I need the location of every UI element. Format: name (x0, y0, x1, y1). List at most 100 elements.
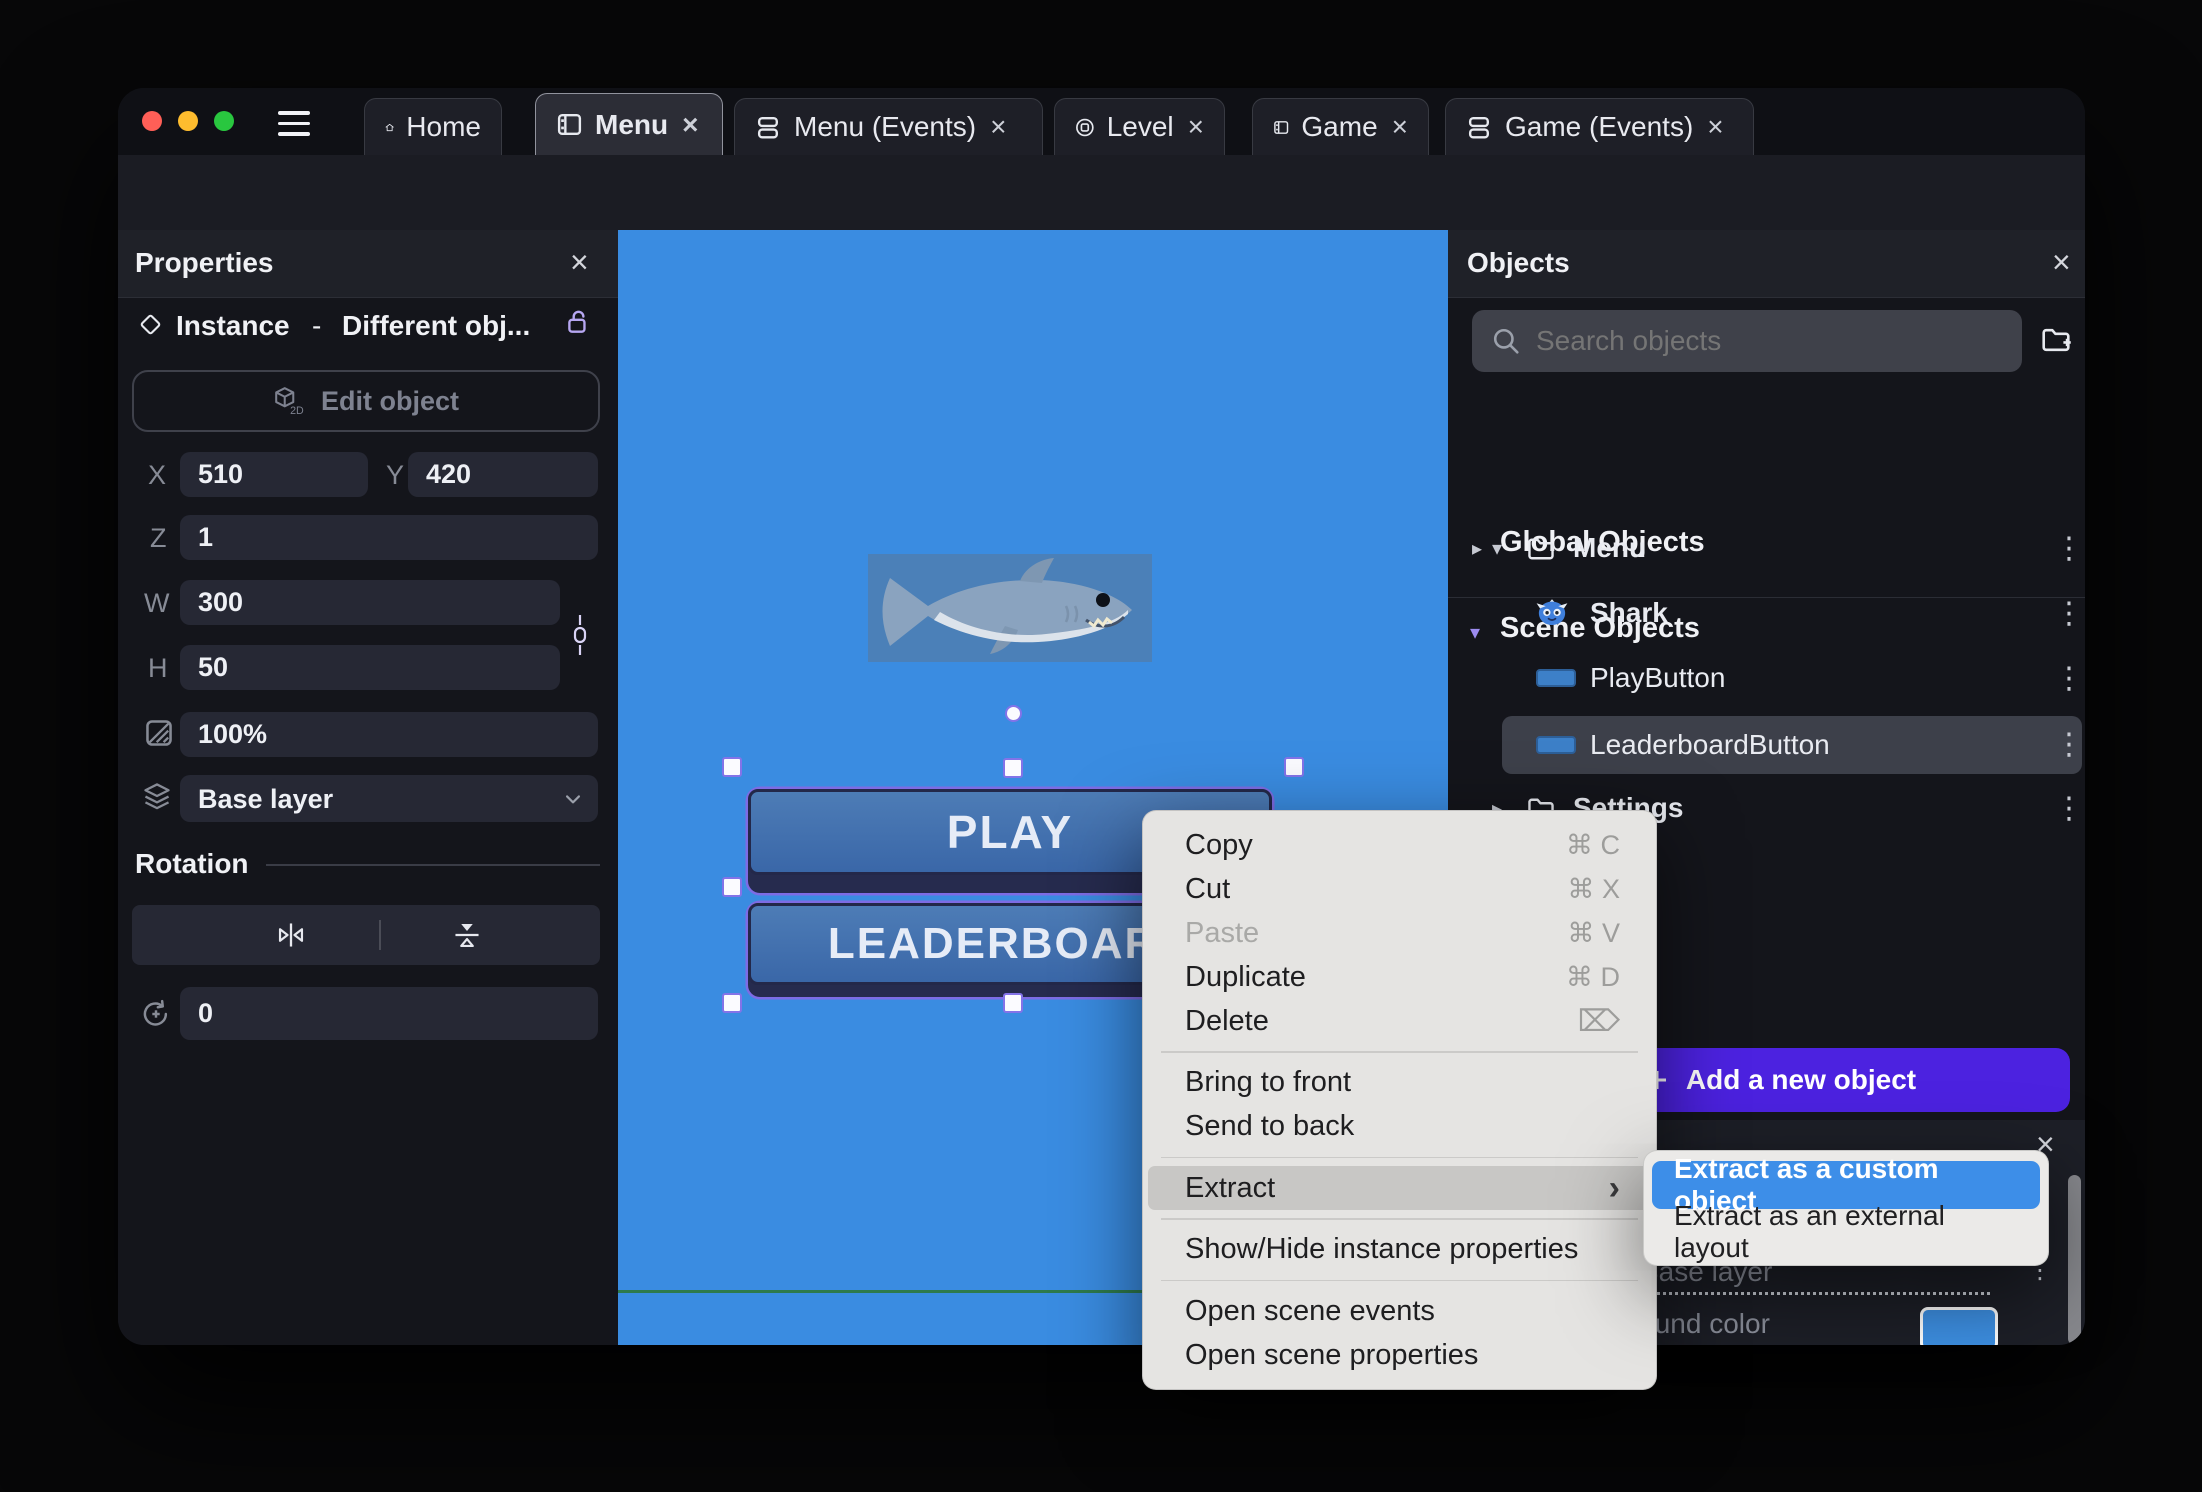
flip-horizontal-icon[interactable] (276, 920, 306, 950)
y-label: Y (386, 460, 405, 490)
selection-handle-top-left[interactable] (722, 757, 742, 777)
close-icon[interactable]: × (2052, 246, 2071, 278)
layer-select[interactable]: Base layer (180, 775, 598, 822)
add-new-object-label: Add a new object (1685, 1064, 1917, 1095)
selection-handle-top-right[interactable] (1284, 757, 1304, 777)
selection-handle-middle-left[interactable] (722, 877, 742, 897)
menu-item-send-to-back[interactable]: Send to back (1143, 1105, 1656, 1149)
menu-item-copy[interactable]: Copy ⌘ C (1143, 823, 1656, 867)
link-wh-icon[interactable] (569, 585, 591, 685)
kebab-icon[interactable]: ⋮ (2054, 534, 2084, 564)
kebab-icon[interactable]: ⋮ (2054, 599, 2084, 629)
tab-game[interactable]: Game × (1252, 98, 1429, 155)
layer-icon (142, 781, 172, 811)
flip-divider (379, 920, 381, 950)
menu-item-label: Paste (1185, 916, 1260, 949)
w-field[interactable] (180, 580, 560, 625)
layer-select-value: Base layer (198, 784, 334, 814)
events-icon (755, 114, 782, 141)
tree-row-leaderboardbutton-selected[interactable]: LeaderboardButton ⋮ (1502, 716, 2084, 774)
menu-item-show-hide-instance-properties[interactable]: Show/Hide instance properties (1143, 1228, 1656, 1272)
rotation-field[interactable] (180, 987, 598, 1040)
menu-item-open-scene-properties[interactable]: Open scene properties (1143, 1333, 1656, 1377)
tab-game-events[interactable]: Game (Events) × (1445, 98, 1754, 155)
menu-item-duplicate[interactable]: Duplicate ⌘ D (1143, 955, 1656, 999)
tab-home[interactable]: Home (364, 98, 502, 155)
menu-item-cut[interactable]: Cut ⌘ X (1143, 867, 1656, 911)
window-close-button[interactable] (142, 111, 162, 131)
tree-row-menu-folder[interactable]: ▾ Menu ⋮ (1448, 522, 2085, 578)
objects-header: Objects × (1448, 230, 2085, 298)
z-field[interactable] (180, 515, 598, 560)
unlock-icon[interactable] (564, 308, 592, 336)
menu-item-extract[interactable]: Extract › (1148, 1166, 1651, 1210)
shark-thumbnail-icon (1536, 598, 1568, 628)
menu-item-open-scene-events[interactable]: Open scene events (1143, 1289, 1656, 1333)
main-menu-icon[interactable] (278, 111, 310, 136)
tab-close-icon[interactable]: × (682, 109, 698, 141)
menu-divider (1161, 1279, 1638, 1281)
menu-item-label: Send to back (1185, 1110, 1355, 1142)
kebab-icon[interactable]: ⋮ (2054, 730, 2084, 760)
scene-icon (556, 111, 583, 138)
tree-row-shark[interactable]: Shark ⋮ (1448, 585, 2085, 641)
selection-handle-bottom-middle[interactable] (1003, 993, 1023, 1013)
search-input[interactable] (1536, 310, 2006, 372)
rotation-title: Rotation (135, 848, 249, 879)
properties-title: Properties (135, 247, 274, 278)
tree-row-label: Menu (1573, 532, 1647, 563)
chevron-down-icon (562, 788, 584, 810)
tab-close-icon[interactable]: × (1707, 111, 1723, 143)
instance-type-label: Instance (176, 310, 290, 341)
menu-item-bring-to-front[interactable]: Bring to front (1143, 1061, 1656, 1105)
window-minimize-button[interactable] (178, 111, 198, 131)
tab-close-icon[interactable]: × (1392, 111, 1408, 143)
flip-vertical-icon[interactable] (452, 920, 482, 950)
search-icon (1492, 327, 1520, 355)
tab-menu[interactable]: Menu × (535, 93, 723, 155)
instance-dash: - (312, 310, 322, 341)
menu-item-label: Cut (1185, 872, 1231, 905)
tab-label: Game (Events) (1505, 111, 1694, 142)
events-icon (1466, 114, 1493, 141)
h-field[interactable] (180, 645, 560, 690)
tree-row-label: PlayButton (1590, 662, 1726, 693)
add-folder-icon[interactable] (2040, 324, 2072, 356)
expand-icon: ▾ (1492, 538, 1503, 560)
tab-close-icon[interactable]: × (990, 111, 1006, 143)
close-icon[interactable]: × (570, 246, 589, 278)
menu-divider (1161, 1218, 1638, 1220)
tab-label: Menu (595, 108, 669, 140)
z-label: Z (150, 523, 167, 553)
window-zoom-button[interactable] (214, 111, 234, 131)
menu-item-paste: Paste ⌘ V (1143, 911, 1656, 955)
selection-handle-bottom-left[interactable] (722, 993, 742, 1013)
cube-2d-icon (273, 386, 305, 416)
selection-handle-top-middle[interactable] (1003, 758, 1023, 778)
rotate-handle[interactable] (1005, 705, 1022, 722)
shark-image (882, 558, 1132, 654)
h-label: H (148, 653, 168, 683)
tab-menu-events[interactable]: Menu (Events) × (734, 98, 1043, 155)
menu-item-delete[interactable]: Delete ⌦ (1143, 999, 1656, 1043)
x-label: X (148, 460, 167, 490)
x-field[interactable] (180, 452, 368, 497)
shark-sprite[interactable] (868, 554, 1152, 662)
home-icon (385, 114, 394, 141)
scrollbar[interactable] (2068, 1175, 2081, 1345)
instance-name: Different obj... (342, 310, 531, 341)
tree-row-playbutton[interactable]: PlayButton ⋮ (1448, 650, 2085, 706)
submenu-item-extract-external-layout[interactable]: Extract as an external layout (1652, 1200, 2040, 1263)
edit-object-button[interactable]: Edit object (132, 370, 600, 432)
y-field[interactable] (408, 452, 598, 497)
opacity-field[interactable] (180, 712, 598, 757)
menu-item-label: Extract (1185, 1171, 1276, 1204)
menu-item-label: Open scene events (1185, 1294, 1435, 1327)
tab-level[interactable]: Level × (1054, 98, 1225, 155)
kebab-icon[interactable]: ⋮ (2054, 664, 2084, 694)
kebab-icon[interactable]: ⋮ (2054, 794, 2084, 824)
button-thumbnail (1536, 736, 1576, 754)
tab-close-icon[interactable]: × (1188, 111, 1204, 143)
submenu-arrow-icon: › (1608, 1169, 1620, 1207)
background-color-swatch[interactable] (1920, 1307, 1998, 1345)
